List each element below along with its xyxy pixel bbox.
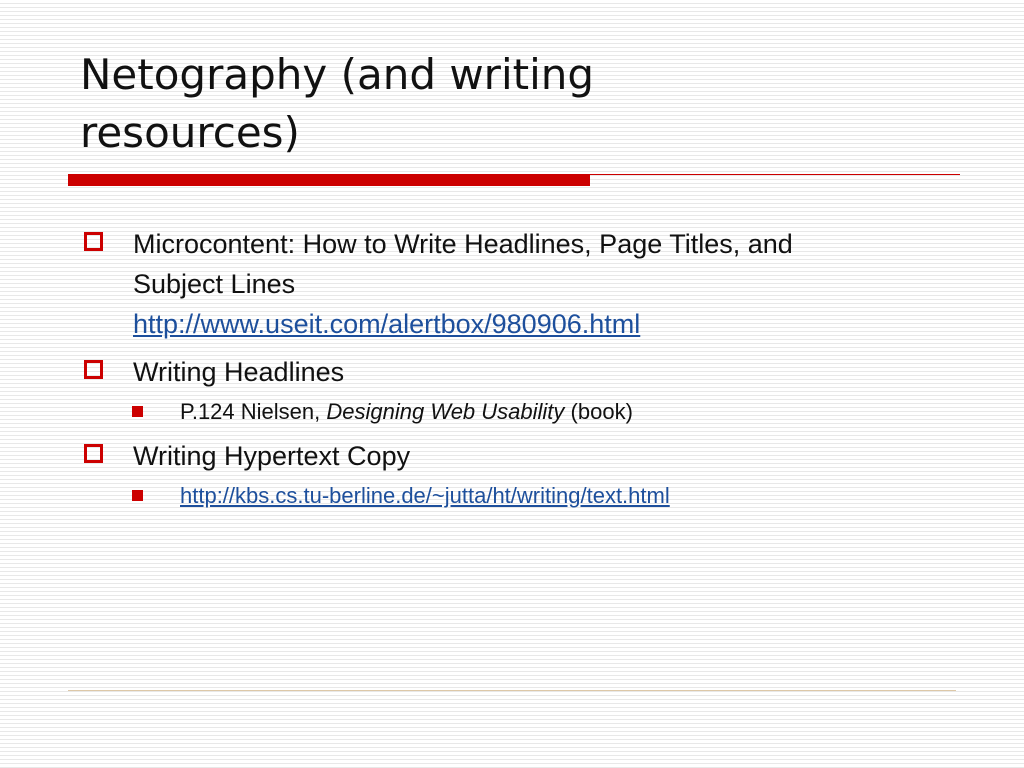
sub-bullet-nielsen: P.124 Nielsen, Designing Web Usability (… [132,396,960,428]
title-divider-line [590,174,960,175]
bullet-item-hypertext-copy: Writing Hypertext Copy http://kbs.cs.tu-… [80,436,960,512]
bullet-item-writing-headlines: Writing Headlines P.124 Nielsen, Designi… [80,352,960,428]
sub-bullet-list: http://kbs.cs.tu-berline.de/~jutta/ht/wr… [132,480,960,512]
bullet-text: Microcontent: How to Write Headlines, Pa… [133,224,813,344]
bullet-item-microcontent: Microcontent: How to Write Headlines, Pa… [80,224,960,344]
sub-bullet-suffix: (book) [564,399,633,424]
useit-link[interactable]: http://www.useit.com/alertbox/980906.htm… [133,309,640,339]
slide-title: Netography (and writing resources) [80,50,595,157]
filled-square-icon [132,490,143,501]
bullet-label: Writing Hypertext Copy [133,441,411,471]
hollow-square-icon [84,444,103,463]
bullet-label: Microcontent: How to Write Headlines, Pa… [133,229,793,299]
filled-square-icon [132,406,143,417]
sub-bullet-list: P.124 Nielsen, Designing Web Usability (… [132,396,960,428]
hollow-square-icon [84,360,103,379]
slide: Netography (and writing resources) Micro… [0,0,1024,768]
sub-bullet-prefix: P.124 Nielsen, [180,399,327,424]
bullet-label: Writing Headlines [133,357,345,387]
footer-divider [68,690,956,691]
title-divider-bar [68,174,590,186]
bullet-list: Microcontent: How to Write Headlines, Pa… [80,224,960,520]
hollow-square-icon [84,232,103,251]
sub-bullet-kbs-link: http://kbs.cs.tu-berline.de/~jutta/ht/wr… [132,480,960,512]
kbs-link[interactable]: http://kbs.cs.tu-berline.de/~jutta/ht/wr… [180,483,670,508]
book-title: Designing Web Usability [326,399,565,424]
